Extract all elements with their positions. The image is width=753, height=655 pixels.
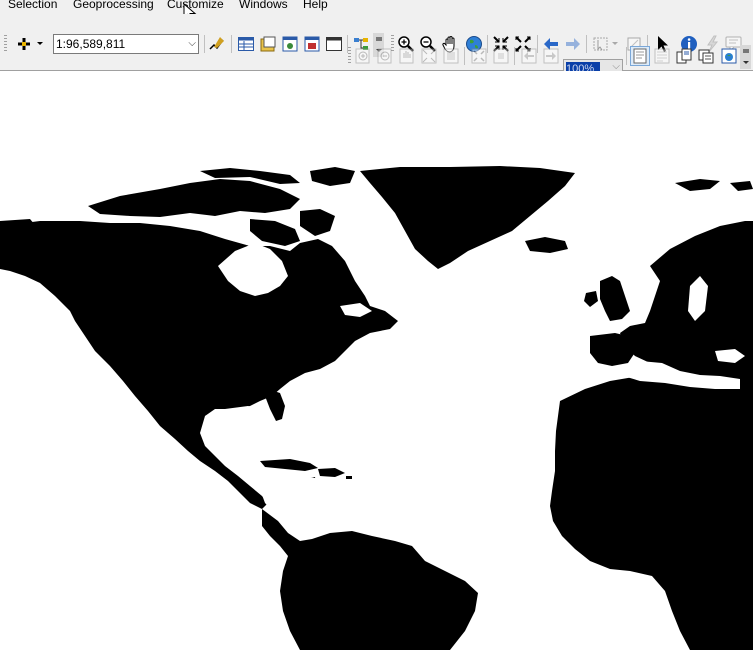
toolbar-grip[interactable]: [348, 47, 351, 65]
add-data-icon[interactable]: [14, 35, 46, 53]
toolbar-grip[interactable]: [4, 35, 7, 53]
change-layout-icon[interactable]: [675, 47, 693, 65]
toolbar-separator: [626, 47, 627, 65]
toolbar-separator: [514, 47, 515, 65]
toolbar-separator: [204, 35, 205, 53]
toggle-draft-icon[interactable]: [630, 46, 650, 66]
chevron-down-icon: ⌵: [188, 38, 196, 49]
forward-icon[interactable]: [564, 35, 582, 53]
layout-pan-icon[interactable]: [398, 47, 416, 65]
window-icon[interactable]: [281, 35, 299, 53]
fixed-zoom-in-layout-icon[interactable]: [470, 47, 488, 65]
fixed-zoom-out-layout-icon[interactable]: [492, 47, 510, 65]
layout-forward-icon[interactable]: [542, 47, 560, 65]
focus-frame-icon[interactable]: [653, 47, 671, 65]
toolbar-separator: [231, 35, 232, 53]
editor-icon[interactable]: [208, 35, 226, 53]
map-scale-value: 1:96,589,811: [56, 37, 126, 51]
toolbar-separator: [586, 35, 587, 53]
zoom-whole-page-icon[interactable]: [420, 47, 438, 65]
map-scale-dropdown[interactable]: 1:96,589,811 ⌵: [53, 34, 199, 54]
table-icon[interactable]: [237, 35, 255, 53]
layout-back-icon[interactable]: [520, 47, 538, 65]
menu-help[interactable]: Help: [303, 0, 328, 10]
menu-bar: Selection Geoprocessing Customize Window…: [0, 0, 753, 14]
zoom-100-icon[interactable]: [442, 47, 460, 65]
catalog-icon[interactable]: [259, 35, 277, 53]
map-display[interactable]: [0, 71, 753, 650]
layout-zoom-in-icon[interactable]: [354, 47, 372, 65]
world-map: [0, 166, 753, 650]
select-features-icon[interactable]: [592, 35, 620, 53]
layout-zoom-out-icon[interactable]: [376, 47, 394, 65]
layout-icon[interactable]: [325, 35, 343, 53]
menu-windows[interactable]: Windows: [239, 0, 288, 10]
data-driven-pages-icon[interactable]: [697, 47, 715, 65]
toolbar-separator: [464, 47, 465, 65]
toolbar-overflow-icon[interactable]: [740, 45, 751, 69]
toolbar-area: 1:96,589,811 ⌵ 100% ⌵: [0, 14, 753, 79]
layout-options-icon[interactable]: [720, 47, 738, 65]
model-icon[interactable]: [303, 35, 321, 53]
menu-selection[interactable]: Selection: [8, 0, 57, 10]
menu-geoprocessing[interactable]: Geoprocessing: [73, 0, 154, 10]
